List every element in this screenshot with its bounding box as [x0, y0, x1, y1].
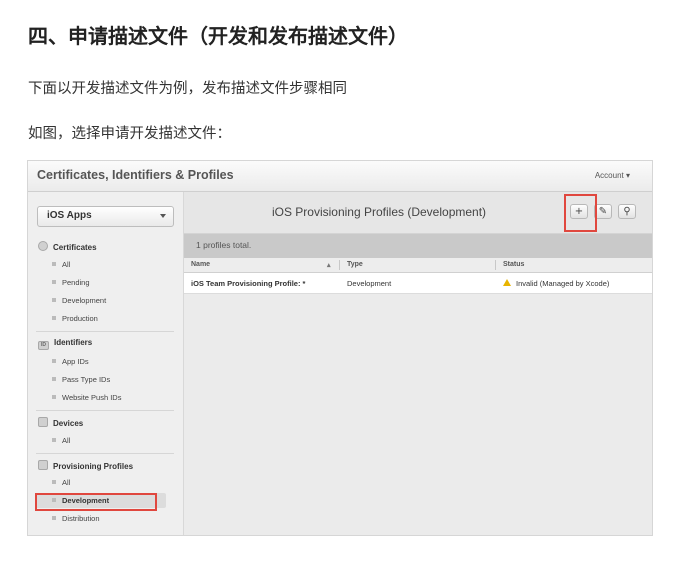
edit-icon: ✎	[598, 206, 608, 217]
sidebar-divider	[36, 331, 174, 332]
bullet-icon	[52, 377, 56, 381]
portal-main-panel: iOS Provisioning Profiles (Development) …	[184, 192, 652, 535]
sidebar-item-profiles-distribution[interactable]: Distribution	[52, 514, 100, 523]
bullet-icon	[52, 280, 56, 284]
warning-icon	[503, 279, 511, 286]
sidebar-item-website-push-ids[interactable]: Website Push IDs	[52, 393, 121, 402]
highlight-development-item	[35, 493, 157, 511]
sidebar-section-devices[interactable]: Devices	[38, 417, 83, 428]
portal-sidebar: iOS Apps Certificates All Pending Develo…	[28, 192, 184, 535]
page-title: iOS Provisioning Profiles (Development)	[271, 205, 487, 219]
developer-portal-screenshot: Certificates, Identifiers & Profiles Acc…	[27, 160, 653, 536]
bullet-icon	[52, 480, 56, 484]
profile-count-bar: 1 profiles total.	[184, 234, 652, 258]
document-icon	[38, 460, 48, 470]
profile-status: Invalid (Managed by Xcode)	[516, 279, 610, 288]
id-icon: ID	[38, 341, 49, 350]
portal-top-bar: Certificates, Identifiers & Profiles Acc…	[28, 161, 652, 192]
sort-ascending-icon[interactable]: ▴	[327, 261, 331, 269]
bullet-icon	[52, 438, 56, 442]
platform-select[interactable]: iOS Apps	[37, 206, 174, 227]
table-header: Name ▴ Type Status	[184, 258, 652, 273]
instruction-paragraph: 如图，选择申请开发描述文件：	[28, 126, 231, 142]
chevron-down-icon	[160, 214, 166, 218]
account-menu[interactable]: Account ▾	[595, 171, 630, 180]
sidebar-item-pass-type-ids[interactable]: Pass Type IDs	[52, 375, 110, 384]
table-row[interactable]: iOS Team Provisioning Profile: * Develop…	[184, 273, 652, 294]
certificate-icon	[38, 241, 48, 251]
sidebar-item-devices-all[interactable]: All	[52, 436, 70, 445]
bullet-icon	[52, 516, 56, 520]
portal-title: Certificates, Identifiers & Profiles	[37, 168, 234, 182]
column-header-name[interactable]: Name	[191, 261, 210, 268]
bullet-icon	[52, 359, 56, 363]
intro-paragraph: 下面以开发描述文件为例，发布描述文件步骤相同	[28, 81, 347, 97]
bullet-icon	[52, 298, 56, 302]
sidebar-divider	[36, 410, 174, 411]
sidebar-item-certificates-pending[interactable]: Pending	[52, 278, 90, 287]
profile-name: iOS Team Provisioning Profile: *	[191, 279, 306, 288]
sidebar-item-certificates-production[interactable]: Production	[52, 314, 98, 323]
sidebar-item-certificates-development[interactable]: Development	[52, 296, 106, 305]
sidebar-item-profiles-all[interactable]: All	[52, 478, 70, 487]
sidebar-section-certificates[interactable]: Certificates	[38, 241, 97, 252]
sidebar-item-app-ids[interactable]: App IDs	[52, 357, 89, 366]
column-header-type[interactable]: Type	[347, 261, 363, 268]
sidebar-divider	[36, 453, 174, 454]
column-header-status[interactable]: Status	[503, 261, 524, 268]
profile-type: Development	[347, 279, 392, 288]
bullet-icon	[52, 262, 56, 266]
bullet-icon	[52, 316, 56, 320]
platform-select-value: iOS Apps	[47, 210, 92, 221]
highlight-add-button	[564, 194, 597, 232]
bullet-icon	[52, 395, 56, 399]
column-divider	[339, 260, 340, 270]
sidebar-item-certificates-all[interactable]: All	[52, 260, 70, 269]
search-button[interactable]: ⚲	[618, 204, 636, 219]
sidebar-section-identifiers[interactable]: ID Identifiers	[38, 338, 92, 350]
search-icon: ⚲	[623, 206, 631, 217]
sidebar-section-provisioning-profiles[interactable]: Provisioning Profiles	[38, 460, 133, 471]
column-divider	[495, 260, 496, 270]
device-icon	[38, 417, 48, 427]
section-heading: 四、申请描述文件（开发和发布描述文件）	[28, 24, 408, 48]
profile-count: 1 profiles total.	[196, 240, 252, 250]
